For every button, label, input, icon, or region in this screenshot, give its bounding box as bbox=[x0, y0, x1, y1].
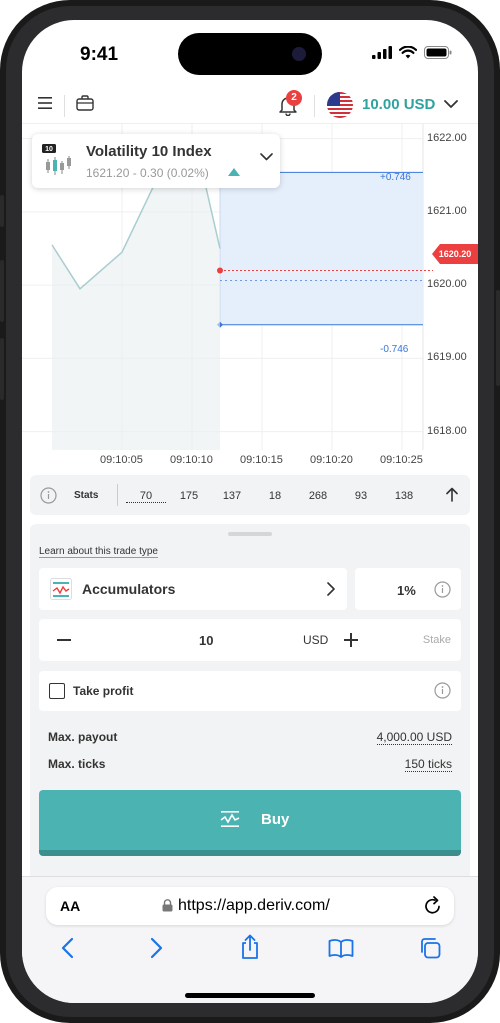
dynamic-island bbox=[178, 33, 322, 75]
volatility-index-icon: 10 bbox=[42, 144, 71, 175]
bookmarks-icon[interactable] bbox=[328, 938, 354, 958]
menu-icon[interactable] bbox=[38, 97, 52, 109]
stat-value: 18 bbox=[268, 490, 282, 502]
barrier-band bbox=[220, 172, 423, 325]
info-icon[interactable] bbox=[40, 487, 57, 504]
market-quote: 1621.20 - 0.30 (0.02%) bbox=[86, 166, 209, 180]
trade-panel: Learn about this trade type Accumulators… bbox=[30, 524, 470, 884]
x-tick-label: 09:10:25 bbox=[380, 454, 423, 466]
lock-icon bbox=[162, 899, 173, 912]
buy-label: Buy bbox=[261, 811, 290, 828]
power-button bbox=[496, 290, 500, 386]
price-area bbox=[52, 156, 220, 450]
cellular-signal-icon bbox=[372, 46, 392, 59]
stake-input[interactable]: 10 USD Stake bbox=[39, 619, 461, 661]
notification-badge: 2 bbox=[286, 90, 302, 106]
max-ticks-label: Max. ticks bbox=[48, 757, 106, 771]
growth-rate-value: 1% bbox=[397, 583, 416, 598]
y-tick-label: 1619.00 bbox=[427, 351, 467, 364]
volatility-icon-badge: 10 bbox=[45, 146, 53, 153]
y-tick-label: 1622.00 bbox=[427, 131, 467, 144]
buy-button[interactable]: Buy bbox=[39, 790, 461, 856]
stat-value: 93 bbox=[354, 490, 368, 502]
volume-up-button bbox=[0, 260, 4, 322]
price-up-indicator bbox=[228, 168, 240, 176]
share-icon[interactable] bbox=[240, 934, 260, 960]
max-payout-label: Max. payout bbox=[48, 730, 118, 744]
minus-icon[interactable] bbox=[57, 639, 71, 641]
tabs-icon[interactable] bbox=[419, 937, 441, 959]
stats-bar: Stats 70 175 137 18 268 93 138 bbox=[30, 475, 470, 515]
drag-handle[interactable] bbox=[228, 532, 272, 536]
reload-icon[interactable] bbox=[424, 896, 442, 915]
max-payout-value[interactable]: 4,000.00 USD bbox=[376, 730, 452, 745]
us-flag-icon bbox=[327, 92, 353, 118]
market-selector[interactable]: 10 Volatility 10 Index 1621.20 - 0.30 (0… bbox=[32, 134, 280, 188]
price-chart[interactable]: 1622.00 1621.00 1620.00 1619.00 1618.00 09:1… bbox=[22, 124, 478, 474]
home-indicator bbox=[185, 993, 315, 998]
address-bar[interactable]: AA https://app.deriv.com/ bbox=[46, 887, 454, 925]
trade-type-label: Accumulators bbox=[82, 581, 176, 597]
stat-value: 138 bbox=[394, 490, 414, 502]
wifi-icon bbox=[399, 46, 417, 59]
info-icon[interactable] bbox=[434, 581, 451, 598]
market-name: Volatility 10 Index bbox=[86, 143, 212, 160]
browser-toolbar: AA https://app.deriv.com/ bbox=[22, 876, 478, 1003]
header-divider bbox=[314, 95, 315, 117]
volume-down-button bbox=[0, 338, 4, 400]
action-button bbox=[0, 195, 4, 227]
take-profit-checkbox[interactable] bbox=[49, 683, 65, 699]
status-icons bbox=[372, 46, 452, 59]
stats-divider bbox=[117, 484, 118, 506]
stat-value: 70 bbox=[126, 490, 166, 503]
chevron-right-icon bbox=[327, 582, 335, 596]
briefcase-icon[interactable] bbox=[76, 95, 94, 111]
app-header: 2 10.00 USD bbox=[22, 88, 478, 124]
plus-icon[interactable] bbox=[344, 633, 358, 647]
accumulators-icon bbox=[50, 578, 72, 600]
current-price-tag: 1620.20 bbox=[432, 244, 478, 264]
accumulators-icon bbox=[220, 811, 240, 827]
take-profit-label[interactable]: Take profit bbox=[73, 684, 133, 698]
forward-icon[interactable] bbox=[150, 937, 164, 959]
current-price-dot bbox=[217, 267, 223, 274]
take-profit-row: Take profit bbox=[39, 671, 461, 711]
front-camera bbox=[292, 47, 306, 61]
max-ticks-value[interactable]: 150 ticks bbox=[404, 757, 452, 772]
lower-barrier-label: -0.746 bbox=[380, 344, 409, 355]
stake-label: Stake bbox=[422, 634, 451, 646]
stat-value: 137 bbox=[222, 490, 242, 502]
chevron-down-icon[interactable] bbox=[260, 153, 273, 161]
screen: 9:41 2 10.00 USD 1622.00 1621.00 1620.00… bbox=[22, 20, 478, 1003]
url-text[interactable]: https://app.deriv.com/ bbox=[178, 897, 330, 915]
arrow-up-icon[interactable] bbox=[446, 487, 458, 502]
upper-barrier-label: +0.746 bbox=[380, 172, 411, 183]
x-tick-label: 09:10:10 bbox=[170, 454, 213, 466]
growth-rate-selector[interactable]: 1% bbox=[355, 568, 461, 610]
header-divider bbox=[64, 95, 65, 117]
y-tick-label: 1618.00 bbox=[427, 424, 467, 437]
account-balance[interactable]: 10.00 USD bbox=[362, 96, 435, 113]
status-bar: 9:41 bbox=[22, 20, 478, 88]
chevron-down-icon[interactable] bbox=[444, 100, 458, 109]
stats-label: Stats bbox=[74, 490, 99, 501]
phone-frame: 9:41 2 10.00 USD 1622.00 1621.00 1620.00… bbox=[0, 0, 500, 1023]
status-time: 9:41 bbox=[80, 44, 119, 65]
x-tick-label: 09:10:15 bbox=[240, 454, 283, 466]
info-icon[interactable] bbox=[434, 682, 451, 699]
text-size-button[interactable]: AA bbox=[60, 898, 80, 914]
y-tick-label: 1621.00 bbox=[427, 204, 467, 217]
battery-icon bbox=[424, 46, 452, 59]
back-icon[interactable] bbox=[60, 937, 74, 959]
y-tick-label: 1620.00 bbox=[427, 278, 467, 291]
learn-trade-type-link[interactable]: Learn about this trade type bbox=[39, 546, 158, 558]
x-tick-label: 09:10:20 bbox=[310, 454, 353, 466]
x-tick-label: 09:10:05 bbox=[100, 454, 143, 466]
trade-type-selector[interactable]: Accumulators bbox=[39, 568, 347, 610]
stake-value[interactable]: 10 bbox=[199, 633, 213, 648]
stat-value: 175 bbox=[179, 490, 199, 502]
stake-currency: USD bbox=[303, 633, 329, 647]
stat-value: 268 bbox=[308, 490, 328, 502]
